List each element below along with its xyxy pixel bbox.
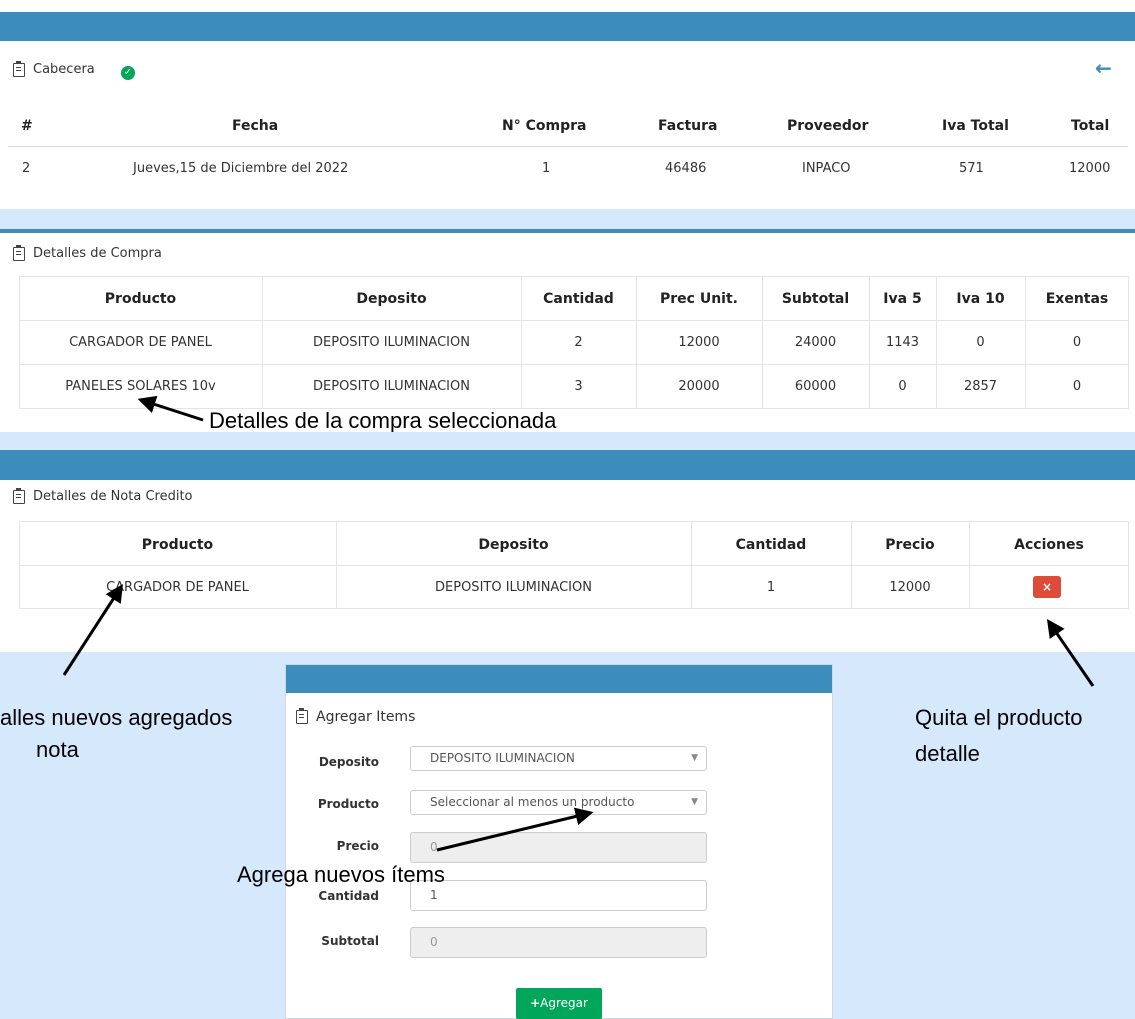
annotation-arrows (62, 395, 1095, 852)
arrow-compra (137, 395, 204, 422)
arrow-quita (1046, 619, 1095, 687)
arrow-nuevos (62, 583, 123, 676)
arrow-agrega (436, 807, 594, 852)
